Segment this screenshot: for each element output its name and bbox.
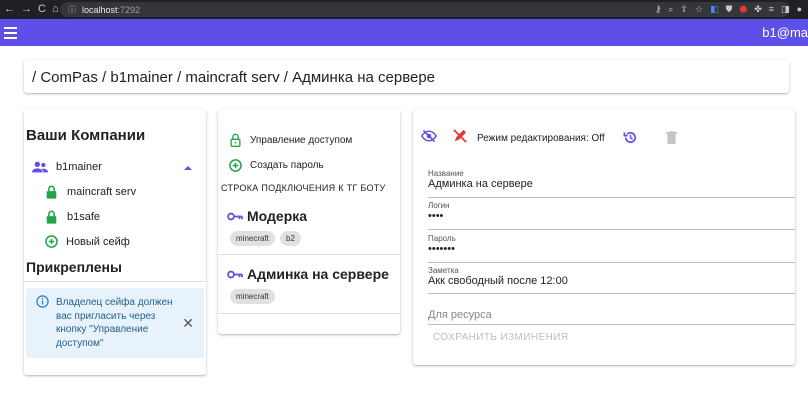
resource-input[interactable]: Для ресурса [428,309,795,325]
puzzle-icon[interactable]: ✤ [754,2,762,17]
access-control-label: Управление доступом [250,134,353,146]
browser-toolbar: ← → C ⌂ ⓘ localhost:7292 ⚷ ⌕ ⇪ ☆ ◧ ⛊ ⬣ ✤… [0,0,808,19]
new-safe-button[interactable]: Новый сейф [45,235,130,248]
translate-icon[interactable]: ◧ [710,2,719,17]
lock-icon [46,210,57,224]
adblock-icon[interactable]: ⬣ [739,2,747,17]
company-item[interactable]: b1mainer [32,161,102,173]
password-item-title[interactable]: Админка на сервере [227,266,389,282]
breadcrumb-card: / ComPas / b1mainer / maincraft serv / А… [24,60,789,93]
password-item-title[interactable]: Модерка [227,208,307,224]
companies-card: Ваши Компании b1mainer maincraft serv b1… [24,109,206,375]
back-icon[interactable]: ← [4,0,15,19]
info-icon[interactable]: ⓘ [68,4,76,15]
delete-icon[interactable] [666,131,677,144]
password-title: Модерка [247,208,308,224]
url-host: localhost [82,4,118,15]
chevron-up-icon[interactable] [184,166,192,170]
forward-icon[interactable]: → [21,0,32,19]
safe-card: Управление доступом Создать пароль СТРОК… [218,109,400,334]
app-bar: b1@ma [0,19,808,46]
sidebar-item-label: maincraft serv [67,186,137,198]
access-control-button[interactable]: Управление доступом [230,133,352,147]
detail-toolbar [421,129,467,143]
login-field-value[interactable]: •••• [428,210,795,222]
key-icon[interactable]: ⚷ [655,2,662,17]
edit-mode-label: Режим редактирования: Off [477,133,605,144]
new-safe-label: Новый сейф [66,235,130,248]
visibility-off-icon[interactable] [421,129,437,143]
password-field-value[interactable]: ••••••• [428,243,795,255]
password-title: Админка на сервере [247,266,389,282]
tag-chip: minecraft [230,231,275,246]
note-field-label: Заметка [428,266,459,275]
sidebar-item-maincraft[interactable]: maincraft serv [46,185,136,199]
name-field-value[interactable]: Админка на сервере [428,178,795,190]
password-detail-card: Режим редактирования: Off Название Админ… [413,109,795,365]
companies-title: Ваши Компании [26,127,146,144]
info-icon [36,295,49,308]
share-icon[interactable]: ⇪ [680,2,688,17]
user-email[interactable]: b1@ma [762,19,808,46]
breadcrumb: / ComPas / b1mainer / maincraft serv / А… [32,69,436,86]
add-circle-icon [45,235,58,248]
edit-off-icon[interactable] [453,129,467,143]
zoom-icon[interactable]: ⌕ [668,2,673,17]
star-icon[interactable]: ☆ [695,2,703,17]
name-field[interactable]: Название Админка на сервере [428,169,795,198]
reload-icon[interactable]: C [38,0,46,19]
key-icon [227,270,243,278]
close-icon[interactable]: ✕ [182,315,194,332]
divider [218,254,400,255]
save-button[interactable]: СОХРАНИТЬ ИЗМИНЕНИЯ [433,332,568,343]
profile-icon[interactable]: ● [797,2,802,17]
login-field[interactable]: Логин •••• [428,201,795,230]
history-icon[interactable] [623,130,638,145]
add-circle-icon [229,159,242,172]
password-field[interactable]: Пароль ••••••• [428,234,795,263]
group-icon [32,161,48,173]
password-field-label: Пароль [428,234,456,243]
menu-icon[interactable] [0,19,24,46]
tag-chip: minecraft [230,289,275,304]
tg-connect-button[interactable]: СТРОКА ПОДКЛЮЧЕНИЯ К ТГ БОТУ [221,183,386,193]
info-alert: Владелец сейфа должен вас пригласить чер… [26,288,204,358]
url-port: :7292 [117,4,141,15]
lock-icon [46,185,57,199]
create-password-label: Создать пароль [250,160,324,171]
alert-text: Владелец сейфа должен вас пригласить чер… [56,297,173,349]
key-icon [227,212,243,220]
divider [24,281,206,282]
company-label: b1mainer [56,161,102,173]
pinned-title: Прикреплены [26,259,122,275]
divider [218,313,400,314]
sidebar-item-b1safe[interactable]: b1safe [46,210,100,224]
lock-outline-icon [230,133,241,147]
note-field[interactable]: Заметка Акк свободный после 12:00 [428,266,795,294]
name-field-label: Название [428,169,464,178]
sidepanel-icon[interactable]: ◨ [781,2,790,17]
shield-icon[interactable]: ⛊ [726,2,733,17]
browser-nav: ← → C ⌂ [0,0,60,19]
login-field-label: Логин [428,201,450,210]
browser-extensions: ⚷ ⌕ ⇪ ☆ ◧ ⛊ ⬣ ✤ ≡ ◨ ● [655,2,802,17]
sidebar-item-label: b1safe [67,211,101,223]
tag-chip: b2 [280,231,301,246]
reading-list-icon[interactable]: ≡ [769,2,774,17]
note-field-value[interactable]: Акк свободный после 12:00 [428,275,795,287]
create-password-button[interactable]: Создать пароль [229,159,324,172]
home-icon[interactable]: ⌂ [52,0,59,19]
